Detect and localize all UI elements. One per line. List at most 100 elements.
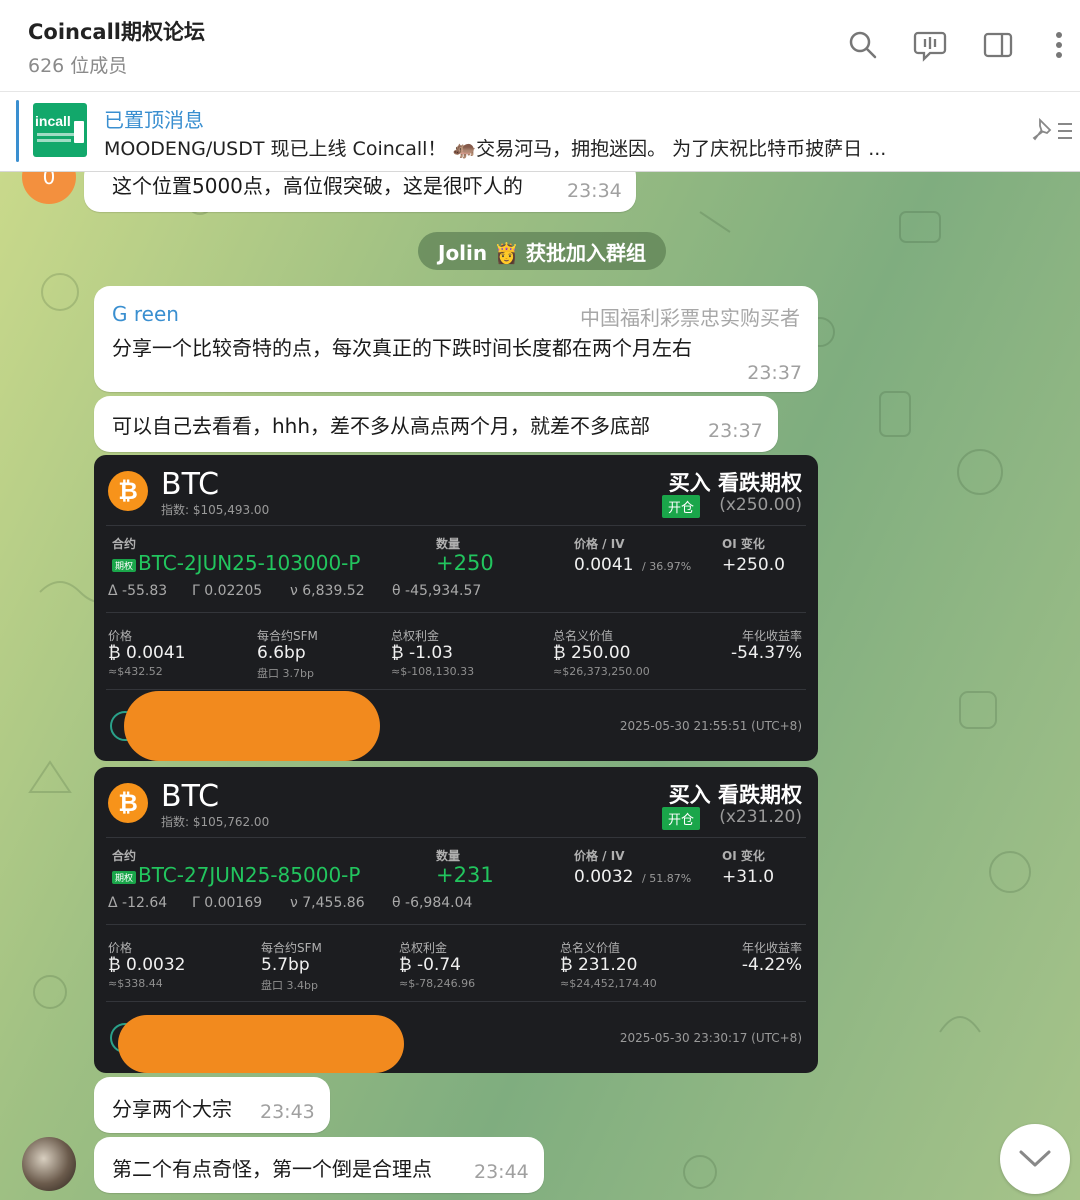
label-qty: 数量 [436, 537, 461, 551]
sender-name[interactable]: G reen [112, 302, 179, 326]
card-multiplier: (x250.00) [719, 495, 802, 515]
oi-value: +250.0 [722, 555, 785, 575]
label-qty: 数量 [436, 849, 461, 863]
message-text: 这个位置5000点，高位假突破，这是很吓人的 [112, 174, 523, 198]
label-price: 价格 [108, 629, 133, 643]
option-tag: 期权 [112, 559, 137, 572]
yield-value: -54.37% [731, 643, 802, 663]
label-price-iv: 价格 / IV [574, 537, 625, 551]
message-text: 可以自己去看看，hhh，差不多从高点两个月，就差不多底部 [112, 414, 651, 438]
notional-value: ₿ 250.00 [553, 643, 631, 663]
message-bubble[interactable]: 这个位置5000点，高位假突破，这是很吓人的 23:34 [84, 172, 636, 212]
trade-timestamp: 2025-05-30 21:55:51 (UTC+8) [619, 719, 802, 733]
chat-area[interactable]: 这个位置5000点，高位假突破，这是很吓人的 23:34 0 Jolin 👸 获… [0, 172, 1080, 1200]
pinned-message[interactable]: incall 已置顶消息 MOODENG/USDT 现已上线 Coincall！… [0, 92, 1080, 172]
message-text: 分享两个大宗 [112, 1097, 232, 1121]
message-time: 23:44 [474, 1161, 529, 1183]
pin-list-icon[interactable] [1030, 116, 1074, 148]
sfm-sub: 盘口 3.4bp [261, 979, 318, 992]
label-contract: 合约 [112, 537, 137, 551]
pinned-thumbnail: incall [33, 103, 87, 157]
scroll-down-button[interactable] [1000, 1124, 1070, 1194]
bitcoin-icon: ₿ [108, 783, 148, 823]
iv-value: / 36.97% [642, 560, 692, 573]
redaction-mark [124, 691, 380, 761]
card-index: 指数: $105,762.00 [161, 815, 270, 829]
premium-value: ₿ -0.74 [399, 955, 461, 975]
price-usd: ≈$338.44 [108, 977, 163, 990]
thumbnail-logo-text: incall [35, 113, 71, 129]
notional-value: ₿ 231.20 [560, 955, 638, 975]
price-btc: ₿ 0.0032 [108, 955, 186, 975]
sfm-value: 6.6bp [257, 643, 306, 663]
label-notional: 总名义价值 [560, 941, 621, 955]
sender-rank: 中国福利彩票忠实购买者 [580, 306, 800, 330]
premium-usd: ≈$-108,130.33 [391, 665, 475, 678]
label-sfm: 每合约SFM [261, 941, 322, 955]
label-oi: OI 变化 [722, 537, 765, 551]
vega-value: ν 7,455.86 [290, 895, 365, 911]
message-time: 23:37 [747, 362, 802, 384]
notional-usd: ≈$26,373,250.00 [553, 665, 650, 678]
card-symbol: BTC [161, 467, 220, 502]
card-symbol: BTC [161, 779, 220, 814]
label-notional: 总名义价值 [553, 629, 614, 643]
open-badge: 开仓 [661, 807, 700, 830]
open-badge: 开仓 [661, 495, 700, 518]
contract-name: BTC-27JUN25-85000-P [138, 863, 361, 887]
price-value: 0.0032 [574, 867, 634, 887]
label-contract: 合约 [112, 849, 137, 863]
card-action: 买入 看跌期权 [668, 783, 802, 807]
label-yield: 年化收益率 [741, 629, 802, 643]
delta-value: Δ -12.64 [108, 895, 168, 911]
message-time: 23:34 [567, 180, 622, 202]
card-multiplier: (x231.20) [719, 807, 802, 827]
option-tag: 期权 [112, 871, 137, 884]
sidebar-icon[interactable] [977, 24, 1019, 66]
voice-chat-icon[interactable] [909, 24, 951, 66]
label-oi: OI 变化 [722, 849, 765, 863]
sfm-value: 5.7bp [261, 955, 310, 975]
quantity: +231 [436, 863, 494, 887]
trade-card[interactable]: ₿ BTC 指数: $105,493.00 买入 看跌期权 开仓 (x250.0… [94, 455, 818, 761]
chat-header: Coincall期权论坛 626 位成员 [0, 0, 1080, 92]
iv-value: / 51.87% [642, 872, 692, 885]
theta-value: θ -6,984.04 [392, 895, 473, 911]
message-bubble[interactable]: 第二个有点奇怪，第一个倒是合理点 23:44 [94, 1137, 544, 1193]
search-icon[interactable] [842, 24, 884, 66]
gamma-value: Γ 0.02205 [192, 583, 263, 599]
label-premium: 总权利金 [391, 629, 440, 643]
bitcoin-icon: ₿ [108, 471, 148, 511]
label-price: 价格 [108, 941, 133, 955]
chevron-down-icon [1019, 1150, 1051, 1167]
label-premium: 总权利金 [399, 941, 448, 955]
service-message: Jolin 👸 获批加入群组 [418, 232, 666, 270]
pinned-label: 已置顶消息 [104, 108, 204, 132]
message-bubble[interactable]: 分享两个大宗 23:43 [94, 1077, 330, 1133]
notional-usd: ≈$24,452,174.40 [560, 977, 657, 990]
trade-card[interactable]: ₿ BTC 指数: $105,762.00 买入 看跌期权 开仓 (x231.2… [94, 767, 818, 1073]
theta-value: θ -45,934.57 [392, 583, 482, 599]
message-time: 23:37 [708, 420, 763, 442]
message-time: 23:43 [260, 1101, 315, 1123]
quantity: +250 [436, 551, 494, 575]
price-btc: ₿ 0.0041 [108, 643, 186, 663]
avatar[interactable] [22, 1137, 76, 1191]
message-bubble[interactable]: 可以自己去看看，hhh，差不多从高点两个月，就差不多底部 23:37 [94, 396, 778, 452]
price-value: 0.0041 [574, 555, 634, 575]
card-index: 指数: $105,493.00 [161, 503, 270, 517]
sfm-sub: 盘口 3.7bp [257, 667, 314, 680]
chat-title[interactable]: Coincall期权论坛 [28, 16, 205, 46]
label-sfm: 每合约SFM [257, 629, 318, 643]
more-icon[interactable] [1038, 24, 1080, 66]
price-usd: ≈$432.52 [108, 665, 163, 678]
label-price-iv: 价格 / IV [574, 849, 625, 863]
message-text: 分享一个比较奇特的点，每次真正的下跌时间长度都在两个月左右 [112, 336, 692, 360]
pinned-accent-bar [16, 100, 19, 162]
contract-name: BTC-2JUN25-103000-P [138, 551, 361, 575]
message-bubble[interactable]: G reen 中国福利彩票忠实购买者 分享一个比较奇特的点，每次真正的下跌时间长… [94, 286, 818, 392]
yield-value: -4.22% [741, 955, 802, 975]
vega-value: ν 6,839.52 [290, 583, 365, 599]
oi-value: +31.0 [722, 867, 775, 887]
premium-usd: ≈$-78,246.96 [399, 977, 476, 990]
